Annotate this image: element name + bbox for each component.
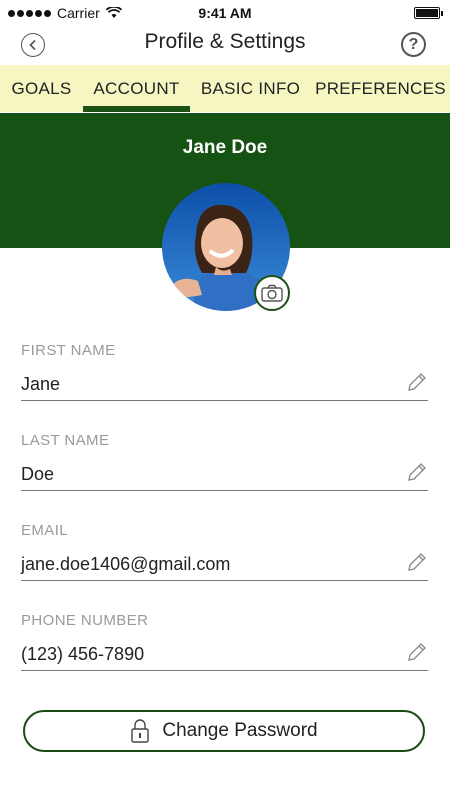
- help-icon: ?: [408, 35, 419, 53]
- first-name-field: FIRST NAME Jane: [21, 342, 428, 401]
- camera-icon: [261, 284, 283, 302]
- last-name-field: LAST NAME Doe: [21, 432, 428, 491]
- status-time: 9:41 AM: [198, 5, 252, 21]
- first-name-input[interactable]: Jane: [21, 373, 428, 401]
- status-bar: Carrier 9:41 AM: [0, 0, 450, 26]
- battery-icon: [414, 7, 443, 19]
- email-value[interactable]: jane.doe1406@gmail.com: [21, 553, 428, 575]
- tab-preferences[interactable]: PREFERENCES: [311, 65, 450, 112]
- tab-basic-info[interactable]: BASIC INFO: [190, 65, 311, 112]
- lock-icon: [131, 719, 150, 743]
- help-button[interactable]: ?: [401, 32, 426, 57]
- phone-label: PHONE NUMBER: [21, 612, 149, 629]
- email-field: EMAIL jane.doe1406@gmail.com: [21, 522, 428, 581]
- page-title: Profile & Settings: [144, 30, 306, 53]
- pencil-icon[interactable]: [406, 551, 428, 573]
- change-password-button[interactable]: Change Password: [23, 710, 425, 752]
- nav-bar: Profile & Settings ?: [0, 26, 450, 64]
- pencil-icon[interactable]: [406, 461, 428, 483]
- last-name-label: LAST NAME: [21, 432, 110, 449]
- tab-goals-label: GOALS: [11, 78, 72, 98]
- tab-preferences-label: PREFERENCES: [315, 78, 446, 98]
- profile-name: Jane Doe: [182, 137, 268, 158]
- email-input[interactable]: jane.doe1406@gmail.com: [21, 553, 428, 581]
- pencil-icon[interactable]: [406, 641, 428, 663]
- phone-value[interactable]: (123) 456-7890: [21, 643, 428, 665]
- change-password-label: Change Password: [162, 720, 318, 741]
- first-name-label: FIRST NAME: [21, 342, 116, 359]
- tab-account-label: ACCOUNT: [93, 78, 180, 98]
- last-name-value[interactable]: Doe: [21, 463, 428, 485]
- last-name-input[interactable]: Doe: [21, 463, 428, 491]
- email-label: EMAIL: [21, 522, 69, 539]
- change-photo-button[interactable]: [254, 275, 290, 311]
- tab-basic-info-label: BASIC INFO: [200, 78, 301, 98]
- phone-field: PHONE NUMBER (123) 456-7890: [21, 612, 428, 671]
- tab-bar: GOALS ACCOUNT BASIC INFO PREFERENCES: [0, 65, 450, 112]
- phone-input[interactable]: (123) 456-7890: [21, 643, 428, 671]
- tab-goals[interactable]: GOALS: [0, 65, 83, 112]
- tab-account[interactable]: ACCOUNT: [83, 65, 190, 112]
- first-name-value[interactable]: Jane: [21, 373, 428, 395]
- pencil-icon[interactable]: [406, 371, 428, 393]
